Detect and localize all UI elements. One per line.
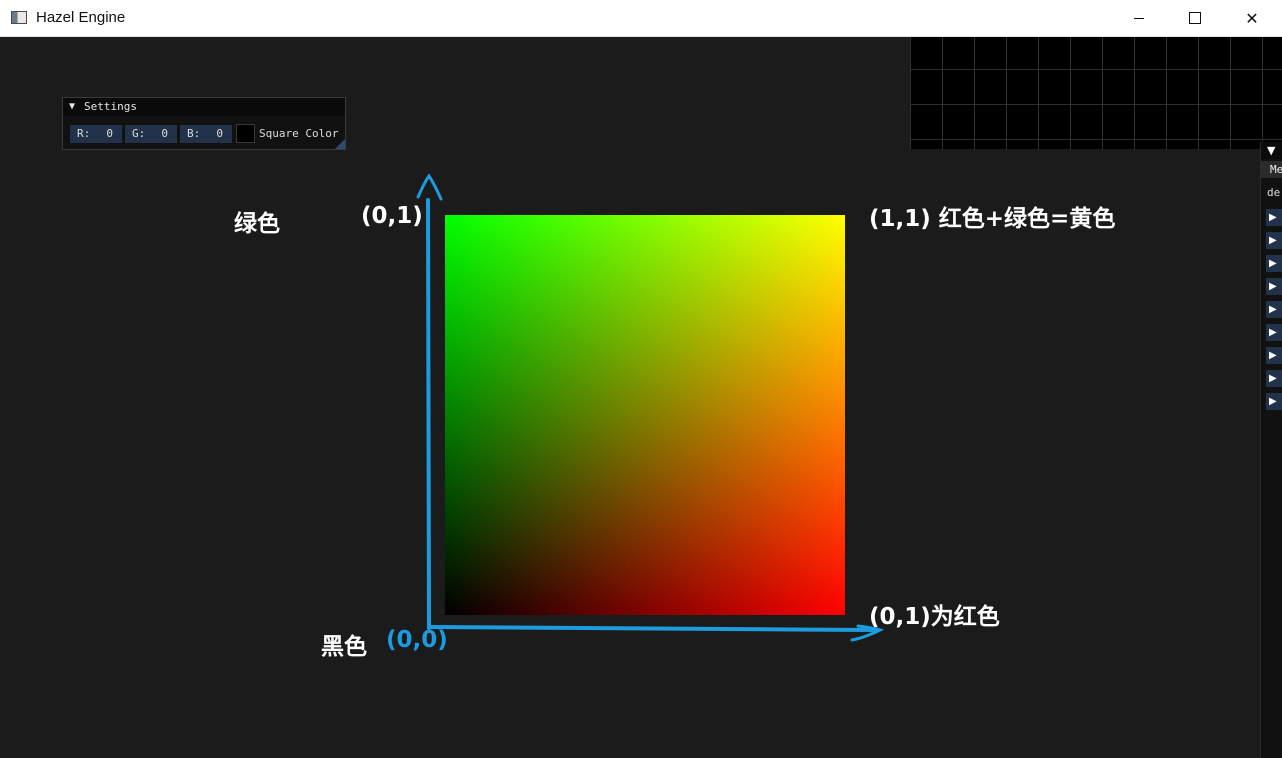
collapse-arrow-icon[interactable]: ▼ — [69, 98, 75, 116]
tree-expand-icon[interactable]: ▶ — [1266, 370, 1282, 387]
minimize-button[interactable] — [1116, 0, 1162, 36]
top-left-coord-annotation: (0,1) — [361, 203, 423, 229]
tree-expand-icon[interactable]: ▶ — [1266, 347, 1282, 364]
blue-value: 0 — [216, 127, 223, 140]
settings-title-bar[interactable]: ▼ Settings — [63, 98, 345, 116]
bottom-right-coord-annotation: (0,1)为红色 — [869, 604, 1000, 630]
right-panel-collapse-icon[interactable]: ▼ — [1261, 142, 1282, 159]
app-window-icon — [11, 11, 27, 24]
black-annotation: 黑色 — [321, 634, 367, 660]
minimize-icon — [1134, 17, 1144, 19]
green-channel-field[interactable]: G: 0 — [125, 125, 177, 143]
red-label: R: — [77, 127, 91, 140]
tree-expand-icon[interactable]: ▶ — [1266, 278, 1282, 295]
tree-expand-icon[interactable]: ▶ — [1266, 301, 1282, 318]
maximize-icon — [1189, 12, 1201, 24]
red-value: 0 — [106, 127, 113, 140]
settings-title: Settings — [84, 100, 137, 113]
gradient-square — [445, 215, 845, 615]
right-side-panel[interactable]: ▼ Me de ▶ ▶ ▶ ▶ ▶ ▶ ▶ ▶ ▶ — [1260, 142, 1282, 758]
blue-channel-field[interactable]: B: 0 — [180, 125, 232, 143]
tree-expand-icon[interactable]: ▶ — [1266, 324, 1282, 341]
app-window: Hazel Engine ✕ ▼ Settings R: 0 G: 0 B: 0… — [0, 0, 1282, 758]
green-value: 0 — [161, 127, 168, 140]
maximize-button[interactable] — [1172, 0, 1218, 36]
resize-grip-icon[interactable] — [335, 139, 345, 149]
origin-coord-annotation: (0,0) — [386, 627, 448, 653]
green-label: G: — [132, 127, 146, 140]
blue-label: B: — [187, 127, 201, 140]
color-swatch-button[interactable] — [236, 124, 255, 143]
settings-panel[interactable]: ▼ Settings R: 0 G: 0 B: 0 Square Color — [62, 97, 346, 150]
tree-expand-icon[interactable]: ▶ — [1266, 232, 1282, 249]
green-annotation: 绿色 — [234, 211, 280, 237]
tree-expand-icon[interactable]: ▶ — [1266, 393, 1282, 410]
grid-texture — [910, 37, 1282, 149]
close-button[interactable]: ✕ — [1229, 0, 1275, 36]
red-channel-field[interactable]: R: 0 — [70, 125, 122, 143]
title-bar[interactable]: Hazel Engine ✕ — [0, 0, 1282, 37]
window-title: Hazel Engine — [36, 9, 126, 26]
tree-expand-icon[interactable]: ▶ — [1266, 209, 1282, 226]
close-icon: ✕ — [1245, 8, 1259, 28]
tree-expand-icon[interactable]: ▶ — [1266, 255, 1282, 272]
top-right-coord-annotation: (1,1) 红色+绿色=黄色 — [869, 206, 1116, 232]
right-panel-menu-item[interactable]: Me — [1261, 161, 1282, 178]
right-panel-text: de — [1267, 186, 1281, 199]
square-color-label: Square Color — [259, 127, 339, 140]
